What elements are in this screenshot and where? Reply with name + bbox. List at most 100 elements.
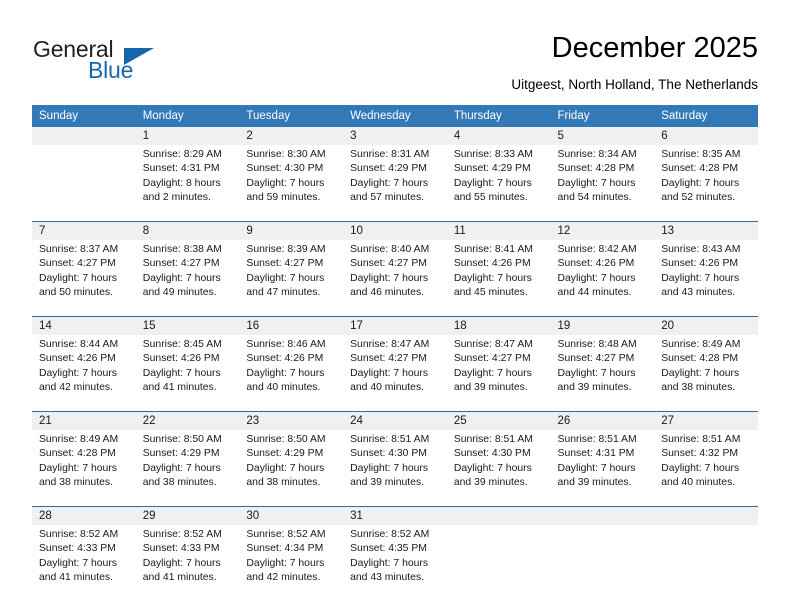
daylight-text-line1: Daylight: 7 hours xyxy=(557,177,636,189)
sunset-text: Sunset: 4:30 PM xyxy=(350,448,427,460)
sunrise-text: Sunrise: 8:52 AM xyxy=(246,529,326,540)
weekday-header-monday: Monday xyxy=(135,105,240,127)
daylight-text-line1: Daylight: 7 hours xyxy=(661,367,740,379)
daylight-text-line1: Daylight: 7 hours xyxy=(453,462,532,474)
daylight-text-line2: and 40 minutes. xyxy=(661,476,736,488)
daylight-text-line1: Daylight: 7 hours xyxy=(661,272,740,284)
daylight-text-line1: Daylight: 7 hours xyxy=(39,557,117,569)
sunrise-text: Sunrise: 8:47 AM xyxy=(453,339,533,350)
sunset-text: Sunset: 4:31 PM xyxy=(557,448,635,460)
sunrise-text: Sunrise: 8:29 AM xyxy=(142,149,222,160)
day-cell: Sunrise: 8:52 AM Sunset: 4:34 PM Dayligh… xyxy=(239,525,344,601)
day-number: 23 xyxy=(239,411,344,430)
sunrise-text: Sunrise: 8:41 AM xyxy=(453,244,533,255)
sunset-text: Sunset: 4:28 PM xyxy=(661,353,739,365)
day-number: 21 xyxy=(32,411,136,430)
daylight-text-line2: and 40 minutes. xyxy=(246,381,321,393)
sunset-text: Sunset: 4:33 PM xyxy=(142,543,220,555)
day-cell: Sunrise: 8:50 AM Sunset: 4:29 PM Dayligh… xyxy=(239,430,344,507)
daylight-text-line2: and 38 minutes. xyxy=(246,476,321,488)
day-cell: Sunrise: 8:50 AM Sunset: 4:29 PM Dayligh… xyxy=(135,430,240,507)
day-number: 4 xyxy=(446,127,551,145)
day-cell: Sunrise: 8:52 AM Sunset: 4:33 PM Dayligh… xyxy=(135,525,240,601)
daylight-text-line1: Daylight: 7 hours xyxy=(350,177,429,189)
sunrise-text: Sunrise: 8:40 AM xyxy=(350,244,430,255)
daylight-text-line2: and 38 minutes. xyxy=(39,476,113,488)
sunset-text: Sunset: 4:26 PM xyxy=(661,258,739,270)
sunset-text: Sunset: 4:27 PM xyxy=(350,353,427,365)
sunset-text: Sunset: 4:26 PM xyxy=(557,258,635,270)
sunrise-text: Sunrise: 8:49 AM xyxy=(39,434,119,445)
sunrise-text: Sunrise: 8:34 AM xyxy=(557,149,637,160)
day-cell: Sunrise: 8:51 AM Sunset: 4:31 PM Dayligh… xyxy=(550,430,655,507)
sunset-text: Sunset: 4:27 PM xyxy=(142,258,220,270)
daylight-text-line1: Daylight: 7 hours xyxy=(39,367,117,379)
day-number: 8 xyxy=(135,221,240,240)
day-number: 9 xyxy=(239,221,344,240)
day-number xyxy=(446,506,551,525)
sunset-text: Sunset: 4:30 PM xyxy=(453,448,531,460)
sunset-text: Sunset: 4:29 PM xyxy=(453,163,531,175)
daylight-text-line2: and 42 minutes. xyxy=(39,381,113,393)
sunrise-text: Sunrise: 8:31 AM xyxy=(350,149,430,160)
daylight-text-line1: Daylight: 7 hours xyxy=(39,462,117,474)
day-cell xyxy=(32,145,136,222)
day-cell: Sunrise: 8:45 AM Sunset: 4:26 PM Dayligh… xyxy=(135,335,240,412)
day-number: 31 xyxy=(343,506,447,525)
sunset-text: Sunset: 4:35 PM xyxy=(350,543,427,555)
sunset-text: Sunset: 4:28 PM xyxy=(39,448,116,460)
daylight-text-line2: and 2 minutes. xyxy=(142,191,211,203)
day-cell: Sunrise: 8:51 AM Sunset: 4:32 PM Dayligh… xyxy=(654,430,758,507)
daylight-text-line2: and 50 minutes. xyxy=(39,286,113,298)
day-number: 13 xyxy=(654,221,758,240)
sunrise-text: Sunrise: 8:45 AM xyxy=(142,339,222,350)
sunset-text: Sunset: 4:31 PM xyxy=(142,163,220,175)
daylight-text-line2: and 49 minutes. xyxy=(142,286,217,298)
day-number: 11 xyxy=(446,221,551,240)
sunrise-text: Sunrise: 8:50 AM xyxy=(246,434,326,445)
calendar-table: Sunday Monday Tuesday Wednesday Thursday… xyxy=(32,105,758,601)
daylight-text-line1: Daylight: 8 hours xyxy=(142,177,221,189)
day-cell xyxy=(654,525,758,601)
daylight-text-line1: Daylight: 7 hours xyxy=(246,177,325,189)
daylight-text-line2: and 41 minutes. xyxy=(142,571,217,583)
page-subtitle: Uitgeest, North Holland, The Netherlands xyxy=(511,77,758,92)
day-number: 5 xyxy=(550,127,655,145)
weekday-header-tuesday: Tuesday xyxy=(239,105,344,127)
sunrise-text: Sunrise: 8:42 AM xyxy=(557,244,637,255)
daylight-text-line1: Daylight: 7 hours xyxy=(39,272,117,284)
sunrise-text: Sunrise: 8:51 AM xyxy=(350,434,430,445)
sunset-text: Sunset: 4:27 PM xyxy=(557,353,635,365)
day-number: 16 xyxy=(239,316,344,335)
day-number: 27 xyxy=(654,411,758,430)
calendar-grid: Sunday Monday Tuesday Wednesday Thursday… xyxy=(32,105,758,601)
daylight-text-line1: Daylight: 7 hours xyxy=(557,462,636,474)
day-number xyxy=(550,506,655,525)
daylight-text-line1: Daylight: 7 hours xyxy=(661,177,740,189)
daylight-text-line2: and 39 minutes. xyxy=(557,476,632,488)
day-number xyxy=(654,506,758,525)
day-cell: Sunrise: 8:33 AM Sunset: 4:29 PM Dayligh… xyxy=(446,145,551,222)
week-details-row: Sunrise: 8:49 AM Sunset: 4:28 PM Dayligh… xyxy=(32,430,758,507)
sunrise-text: Sunrise: 8:30 AM xyxy=(246,149,326,160)
sunrise-text: Sunrise: 8:44 AM xyxy=(39,339,119,350)
day-number: 6 xyxy=(654,127,758,145)
day-number: 15 xyxy=(135,316,240,335)
daylight-text-line2: and 55 minutes. xyxy=(453,191,528,203)
daylight-text-line1: Daylight: 7 hours xyxy=(350,272,429,284)
daylight-text-line2: and 47 minutes. xyxy=(246,286,321,298)
sunrise-text: Sunrise: 8:51 AM xyxy=(453,434,533,445)
day-cell: Sunrise: 8:46 AM Sunset: 4:26 PM Dayligh… xyxy=(239,335,344,412)
daylight-text-line2: and 42 minutes. xyxy=(246,571,321,583)
daylight-text-line2: and 59 minutes. xyxy=(246,191,321,203)
sunset-text: Sunset: 4:27 PM xyxy=(246,258,324,270)
day-cell: Sunrise: 8:48 AM Sunset: 4:27 PM Dayligh… xyxy=(550,335,655,412)
day-number: 20 xyxy=(654,316,758,335)
day-cell: Sunrise: 8:29 AM Sunset: 4:31 PM Dayligh… xyxy=(135,145,240,222)
day-cell xyxy=(550,525,655,601)
daylight-text-line1: Daylight: 7 hours xyxy=(350,367,429,379)
sunrise-text: Sunrise: 8:52 AM xyxy=(142,529,222,540)
sunrise-text: Sunrise: 8:48 AM xyxy=(557,339,637,350)
sunset-text: Sunset: 4:26 PM xyxy=(246,353,324,365)
week-daynumbers-row: 7 8 9 10 11 12 13 xyxy=(32,221,758,240)
